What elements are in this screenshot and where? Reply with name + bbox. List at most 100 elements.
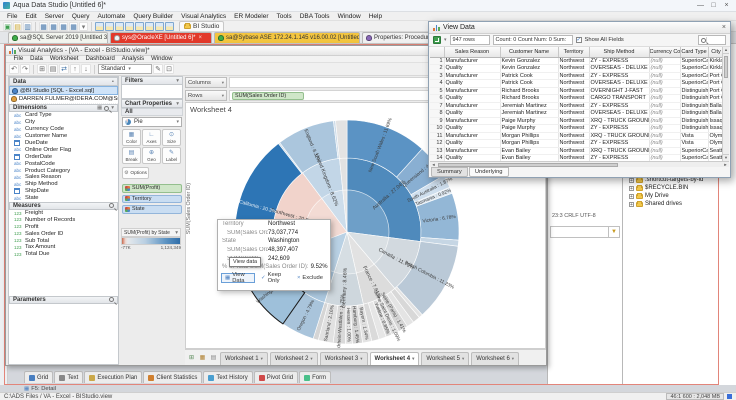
worksheet-tab[interactable]: Worksheet 3▾: [320, 352, 368, 365]
menu-item-help[interactable]: Help: [365, 13, 386, 20]
view-grid-icon[interactable]: ▦: [97, 105, 102, 111]
pie-slice-saarland[interactable]: [318, 304, 338, 344]
pie-slice-australia[interactable]: [347, 158, 421, 242]
table-icon[interactable]: ▦: [59, 22, 68, 31]
funnel-icon[interactable]: ▼: [608, 227, 619, 237]
worksheet-tab[interactable]: Worksheet 2▾: [270, 352, 318, 365]
highlight-icon[interactable]: ✎: [153, 64, 163, 74]
table-row[interactable]: 12QualityMorgan PhillipsNorthwestZY - EX…: [430, 140, 724, 148]
row-count-combo[interactable]: 947 rows: [450, 35, 490, 45]
pie-slice-other[interactable]: [313, 303, 328, 341]
size-button[interactable]: ⊙Size: [162, 129, 181, 146]
table-row[interactable]: 10QualityPaige MurphyNorthwestZY - EXPRE…: [430, 125, 724, 133]
open-file-icon[interactable]: ▤: [13, 22, 22, 31]
menu-item-query-builder[interactable]: Query Builder: [129, 13, 177, 20]
table-row[interactable]: 11ManufacturerMorgan PhillipsNorthwestXR…: [430, 132, 724, 140]
rows-shelf-button[interactable]: Rows ▾: [185, 90, 227, 101]
color-button[interactable]: ▦Color: [122, 129, 141, 146]
column-header[interactable]: Sales Reason: [444, 47, 500, 57]
pie-slice-other[interactable]: [333, 121, 339, 159]
dialog-titlebar[interactable]: View Data ×: [429, 22, 730, 34]
result-tab-text[interactable]: Text: [54, 371, 83, 383]
pie-slice-seine-paris-[interactable]: [381, 294, 407, 331]
fit-icon[interactable]: ⊡: [164, 64, 174, 74]
worksheet-tab[interactable]: Worksheet 4▾: [370, 352, 420, 365]
menu-item-automate[interactable]: Automate: [94, 13, 130, 20]
data-grid[interactable]: Sales ReasonCustomer NameTerritoryShip M…: [430, 47, 724, 161]
chart-type-combo[interactable]: Pie ▾: [122, 117, 182, 127]
new-worksheet-icon[interactable]: ⊞: [37, 64, 47, 74]
break-button[interactable]: ▤Break: [122, 147, 141, 164]
close-button[interactable]: ×: [720, 2, 733, 9]
pie-slice-tasmania[interactable]: [415, 187, 452, 206]
va-menu-item-worksheet[interactable]: Worksheet: [46, 56, 82, 62]
column-header[interactable]: Territory: [558, 47, 589, 57]
column-header[interactable]: Card Type: [680, 47, 708, 57]
pie-slice-other[interactable]: [336, 120, 348, 158]
result-tab-execution-plan[interactable]: Execution Plan: [84, 371, 142, 383]
expand-icon[interactable]: +: [629, 202, 634, 207]
pie-slice-other[interactable]: [391, 289, 419, 323]
dimension-item[interactable]: abcOnline Order Flag: [9, 146, 118, 153]
column-header[interactable]: Ship Method: [589, 47, 649, 57]
chevron-down-icon[interactable]: ▾: [176, 101, 179, 107]
options-button[interactable]: ⚙ Options: [122, 167, 149, 179]
filters-header[interactable]: Filters ▾: [121, 76, 183, 85]
document-tab[interactable]: sa@SQL Server 2019 [Untitled 3]*×: [8, 32, 108, 43]
sort-asc-icon[interactable]: ↑: [70, 64, 80, 74]
keep-only-button[interactable]: ✓Keep Only: [257, 273, 291, 283]
dimension-item[interactable]: abcState: [9, 195, 118, 202]
pie-slice-bayern[interactable]: [357, 304, 372, 343]
worksheet-tab[interactable]: Worksheet 1▾: [220, 352, 268, 365]
pie-slice-other[interactable]: [278, 143, 302, 174]
label-button[interactable]: ✎Label: [162, 147, 181, 164]
va-menu-item-window[interactable]: Window: [148, 56, 176, 62]
menu-item-edit[interactable]: Edit: [21, 13, 40, 20]
menu-item-er-modeler[interactable]: ER Modeler: [230, 13, 272, 20]
dimension-item[interactable]: abcSales Reason: [9, 174, 118, 181]
pie-slice-other[interactable]: [340, 158, 348, 232]
chevron-down-icon[interactable]: ▾: [175, 230, 178, 236]
menu-item-dba-tools[interactable]: DBA Tools: [296, 13, 334, 20]
chevron-down-icon[interactable]: ▾: [111, 105, 114, 111]
worksheet-tab[interactable]: Worksheet 6▾: [471, 352, 519, 365]
dimension-item[interactable]: abcCurrency Code: [9, 126, 118, 133]
dimension-item[interactable]: OrderDate: [9, 153, 118, 160]
measure-item[interactable]: 123Sub Total: [9, 237, 118, 244]
menu-item-server[interactable]: Server: [41, 13, 68, 20]
tree-item[interactable]: +Shared drives: [629, 200, 703, 208]
pie-slice-france[interactable]: [347, 232, 395, 304]
layout-icon[interactable]: [145, 22, 154, 31]
menu-item-file[interactable]: File: [3, 13, 21, 20]
pie-slice-canada[interactable]: [347, 232, 420, 289]
geo-button[interactable]: ⊕Geo: [142, 147, 161, 164]
result-tab-client-statistics[interactable]: Client Statistics: [143, 371, 202, 383]
measure-item[interactable]: 123Total Due: [9, 251, 118, 258]
dialog-close-button[interactable]: ×: [722, 24, 726, 31]
layout-icon[interactable]: [165, 22, 174, 31]
layout-icon[interactable]: [155, 22, 164, 31]
document-tab[interactable]: sys@OracleXE [Untitled 6]*×: [110, 32, 212, 43]
scroll-thumb[interactable]: [724, 56, 728, 78]
dialog-tab-summary[interactable]: Summary: [431, 167, 468, 177]
columns-shelf-button[interactable]: Columns ▾: [185, 77, 227, 88]
data-panel-header[interactable]: Data ▪: [9, 77, 118, 86]
data-source-item[interactable]: @BI Studio [SQL - Excel.sql]: [9, 86, 118, 95]
table-row[interactable]: 1ManufacturerKevin GonzalezNorthwestZY -…: [430, 57, 724, 65]
chevron-down-icon[interactable]: ▾: [176, 78, 179, 84]
menu-item-tools[interactable]: Tools: [273, 13, 296, 20]
dimension-item[interactable]: DueDate: [9, 140, 118, 147]
chart-properties-header[interactable]: Chart Properties ▾: [121, 99, 183, 108]
view-style-combo[interactable]: Standard ▾: [98, 64, 152, 74]
va-menu-item-file[interactable]: File: [10, 56, 27, 62]
result-tab-pivot-grid[interactable]: Pivot Grid: [254, 371, 298, 383]
measures-header[interactable]: Measures: [9, 202, 118, 210]
view-data-button[interactable]: ▦View Data: [221, 273, 255, 283]
expand-icon[interactable]: +: [629, 194, 634, 199]
duplicate-icon[interactable]: ▤: [48, 64, 58, 74]
pie-slice-new-south-wales[interactable]: [347, 120, 422, 177]
chevron-down-icon[interactable]: ▾: [444, 37, 447, 43]
table-row[interactable]: 9ManufacturerPaige MurphyNorthwestXRQ - …: [430, 117, 724, 125]
legend-header[interactable]: SUM(Profit) by State ▾: [121, 228, 181, 237]
dimension-item[interactable]: abcShip Method: [9, 181, 118, 188]
